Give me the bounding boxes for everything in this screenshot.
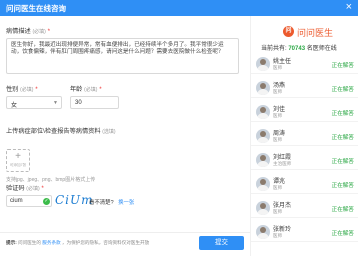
doctor-avatar	[256, 129, 270, 143]
captcha-label: 验证码 (必填) *	[6, 183, 44, 192]
description-label-text: 病情描述	[6, 28, 31, 35]
doctor-name: 汤燕	[273, 83, 286, 89]
consult-form: 病情描述 (必填) * 医生你好，我最近出现排便异常，常有血便排出，已经持续半个…	[0, 16, 250, 256]
doctor-item[interactable]: 谭兆 医师 正在解答	[251, 174, 358, 194]
sex-required-hint: (必填)	[20, 87, 34, 93]
online-suffix: 名医师在线	[306, 46, 337, 52]
doctor-item[interactable]: 刘佳 医师 正在解答	[251, 102, 358, 122]
footer-text: 问问医生的	[18, 240, 41, 245]
required-star: *	[47, 28, 50, 35]
doctor-title: 医师	[273, 89, 283, 94]
doctor-title: 医师	[273, 209, 283, 214]
dialog-title: 问问医生在线咨询	[6, 4, 66, 13]
sex-label-text: 性别	[6, 86, 19, 93]
age-required-hint: (必填)	[84, 87, 98, 93]
doctor-sidebar: 问 问问医生 当前共有: 70743 名医师在线 姚主任 医师 正在解答 汤燕 …	[250, 16, 358, 256]
online-count-line: 当前共有: 70743 名医师在线	[261, 43, 337, 52]
doctor-title: 医师	[273, 185, 283, 190]
captcha-image[interactable]: CiUm	[55, 193, 93, 207]
age-label-text: 年龄	[70, 86, 83, 93]
doctor-status: 正在解答	[331, 63, 354, 69]
doctor-avatar	[256, 105, 270, 119]
upload-button-text: 可添加7张	[9, 163, 27, 167]
check-icon: ✓	[43, 198, 50, 205]
doctor-avatar	[256, 225, 270, 239]
sex-select[interactable]: 女 ▼	[6, 96, 62, 109]
doctor-title: 医师	[273, 137, 283, 142]
description-textarea[interactable]: 医生你好，我最近出现排便异常，常有血便排出，已经持续半个多月了。我平常很少运动，…	[6, 38, 239, 74]
doctor-status: 正在解答	[331, 111, 354, 117]
doctor-item[interactable]: 张新玲 医师 正在解答	[251, 222, 358, 242]
brand-logo-icon: 问	[283, 26, 294, 37]
doctor-status: 正在解答	[331, 207, 354, 213]
doctor-status: 正在解答	[331, 87, 354, 93]
doctor-avatar	[256, 57, 270, 71]
doctor-title: 主治医师	[273, 161, 292, 166]
doctor-avatar	[256, 81, 270, 95]
doctor-item[interactable]: 姚主任 医师 正在解答	[251, 54, 358, 74]
doctor-status: 正在解答	[331, 183, 354, 189]
doctor-item[interactable]: 汤燕 医师 正在解答	[251, 78, 358, 98]
doctor-item[interactable]: 周涛 医师 正在解答	[251, 126, 358, 146]
close-icon[interactable]: ×	[346, 1, 352, 14]
footer-suffix: ，为保护您的隐私，咨询资料仅对医生开放	[61, 240, 150, 245]
required-star: *	[99, 86, 102, 93]
consult-dialog: 问问医生在线咨询 × 病情描述 (必填) * 医生你好，我最近出现排便异常，常有…	[0, 0, 358, 256]
age-label: 年龄 (必填) *	[70, 84, 102, 93]
doctor-title: 医师	[273, 65, 283, 70]
doctor-name: 周涛	[273, 131, 286, 137]
footer-note: 提示: 问问医生的 服务条款 ，为保护您的隐私，咨询资料仅对医生开放	[6, 240, 196, 246]
captcha-refresh-row: 看不清楚? 换一张	[89, 198, 134, 206]
doctor-name: 张新玲	[273, 227, 292, 233]
doctor-avatar	[256, 201, 270, 215]
doctor-title: 医师	[273, 233, 283, 238]
upload-image-button[interactable]: + 可添加7张	[6, 149, 30, 172]
upload-optional-hint: (选填)	[102, 129, 116, 135]
doctor-avatar	[256, 177, 270, 191]
doctor-name: 刘红霞	[273, 155, 292, 161]
age-input[interactable]: 30	[70, 96, 119, 109]
captcha-refresh-link[interactable]: 换一张	[118, 200, 134, 206]
doctor-item[interactable]: 张月杰 医师 正在解答	[251, 198, 358, 218]
online-count: 70743	[288, 46, 306, 52]
description-required-hint: (必填)	[32, 29, 46, 35]
upload-format-hint: 支持jpg、jpeg、png、bmp图片格式上传	[6, 177, 96, 183]
doctor-name: 姚主任	[273, 59, 292, 65]
doctor-name: 刘佳	[273, 107, 286, 113]
upload-label-text: 上传病症部位\检查报告等病情资料	[6, 128, 101, 135]
plus-icon: +	[15, 151, 21, 162]
captcha-required-hint: (必填)	[26, 186, 40, 192]
description-label: 病情描述 (必填) *	[6, 26, 50, 35]
dialog-titlebar: 问问医生在线咨询 ×	[0, 0, 358, 16]
captcha-question-text: 看不清楚?	[89, 200, 114, 206]
footer-divider	[0, 232, 250, 233]
sex-select-value: 女	[11, 103, 18, 109]
doctor-title: 医师	[273, 113, 283, 118]
doctor-name: 谭兆	[273, 179, 286, 185]
brand-name: 问问医生	[297, 28, 334, 38]
required-star: *	[41, 185, 44, 192]
terms-link[interactable]: 服务条款	[42, 240, 60, 245]
captcha-label-text: 验证码	[6, 185, 25, 192]
submit-button[interactable]: 提交	[199, 236, 244, 250]
doctor-status: 正在解答	[331, 135, 354, 141]
footer-prefix: 提示:	[6, 240, 17, 245]
doctor-status: 正在解答	[331, 159, 354, 165]
chevron-down-icon: ▼	[53, 100, 58, 106]
doctor-name: 张月杰	[273, 203, 292, 209]
upload-label: 上传病症部位\检查报告等病情资料 (选填)	[6, 126, 116, 135]
sex-label: 性别 (必填) *	[6, 84, 38, 93]
online-prefix: 当前共有:	[261, 46, 287, 52]
required-star: *	[35, 86, 38, 93]
doctor-avatar	[256, 153, 270, 167]
doctor-status: 正在解答	[331, 231, 354, 237]
doctor-item[interactable]: 刘红霞 主治医师 正在解答	[251, 150, 358, 170]
